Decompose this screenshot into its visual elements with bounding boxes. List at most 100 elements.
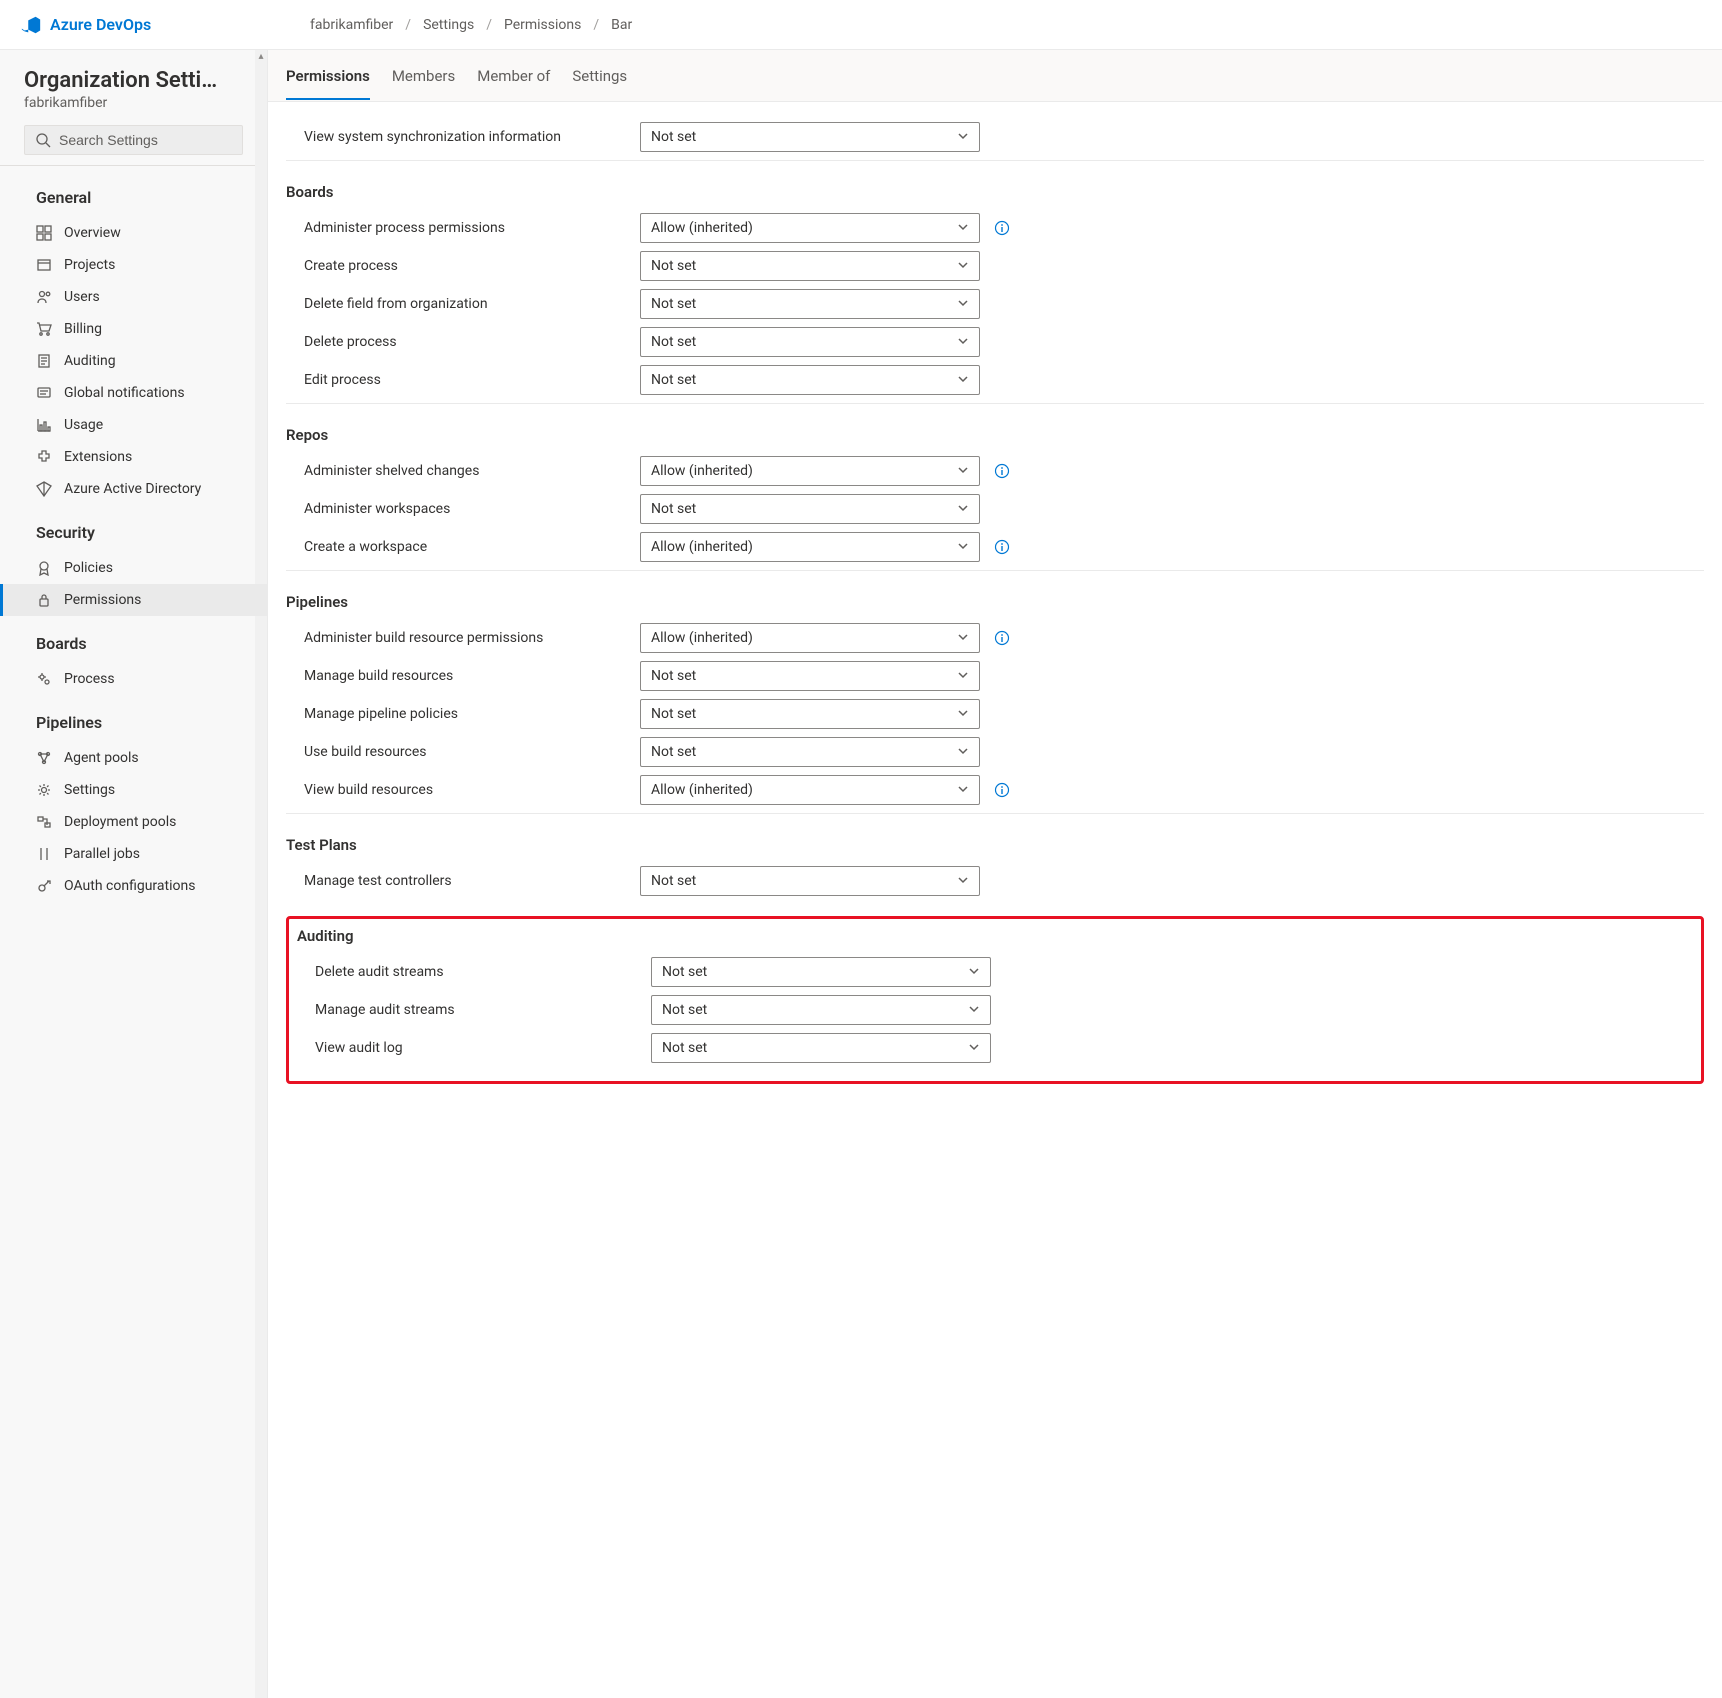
permission-dropdown[interactable]: Not set <box>640 699 980 729</box>
info-icon[interactable] <box>994 539 1010 555</box>
search-input[interactable] <box>59 132 240 148</box>
sidebar-item-label: Auditing <box>64 353 116 369</box>
oauth-icon <box>36 878 52 894</box>
sidebar-item-label: OAuth configurations <box>64 878 195 894</box>
permission-dropdown[interactable]: Allow (inherited) <box>640 532 980 562</box>
permission-dropdown[interactable]: Not set <box>640 122 980 152</box>
search-settings[interactable] <box>24 125 243 155</box>
sidebar-item-label: Projects <box>64 257 115 273</box>
brand-text: Azure DevOps <box>50 15 151 34</box>
sidebar-item-settings[interactable]: Settings <box>0 774 267 806</box>
info-icon[interactable] <box>994 463 1010 479</box>
permission-dropdown[interactable]: Allow (inherited) <box>640 623 980 653</box>
permission-dropdown[interactable]: Not set <box>640 365 980 395</box>
azure-devops-icon <box>20 14 42 36</box>
sidebar-item-process[interactable]: Process <box>0 663 267 695</box>
breadcrumb-item[interactable]: fabrikamfiber <box>310 17 393 33</box>
sidebar-item-azure-active-directory[interactable]: Azure Active Directory <box>0 473 267 505</box>
info-icon[interactable] <box>994 630 1010 646</box>
sidebar-item-deployment-pools[interactable]: Deployment pools <box>0 806 267 838</box>
chevron-down-icon <box>957 464 969 479</box>
sidebar-item-agent-pools[interactable]: Agent pools <box>0 742 267 774</box>
sidebar-item-usage[interactable]: Usage <box>0 409 267 441</box>
permission-dropdown[interactable]: Not set <box>640 327 980 357</box>
breadcrumb-item[interactable]: Bar <box>611 17 632 33</box>
info-icon[interactable] <box>994 782 1010 798</box>
permission-dropdown[interactable]: Not set <box>640 251 980 281</box>
permission-row: View build resources Allow (inherited) <box>286 771 1704 809</box>
sidebar-item-label: Global notifications <box>64 385 185 401</box>
agents-icon <box>36 750 52 766</box>
sidebar-item-projects[interactable]: Projects <box>0 249 267 281</box>
chevron-down-icon <box>957 297 969 312</box>
scroll-up-icon[interactable]: ▴ <box>255 50 267 64</box>
permission-dropdown[interactable]: Allow (inherited) <box>640 213 980 243</box>
permission-row: Delete field from organization Not set <box>286 285 1704 323</box>
sidebar-item-permissions[interactable]: Permissions <box>0 584 267 616</box>
permission-label: Delete process <box>286 334 626 350</box>
sidebar-item-extensions[interactable]: Extensions <box>0 441 267 473</box>
sidebar-item-label: Overview <box>64 225 121 241</box>
permission-dropdown[interactable]: Not set <box>640 494 980 524</box>
brand[interactable]: Azure DevOps <box>20 14 310 36</box>
permission-label: Use build resources <box>286 744 626 760</box>
sidebar-item-billing[interactable]: Billing <box>0 313 267 345</box>
permission-dropdown[interactable]: Not set <box>640 289 980 319</box>
permission-dropdown[interactable]: Not set <box>651 957 991 987</box>
permission-dropdown[interactable]: Not set <box>651 1033 991 1063</box>
chevron-down-icon <box>957 221 969 236</box>
permission-label: View build resources <box>286 782 626 798</box>
breadcrumb-item[interactable]: Permissions <box>504 17 581 33</box>
tab-member-of[interactable]: Member of <box>477 53 550 99</box>
gears-icon <box>36 671 52 687</box>
breadcrumb-item[interactable]: Settings <box>423 17 474 33</box>
tab-permissions[interactable]: Permissions <box>286 53 370 99</box>
permission-dropdown[interactable]: Not set <box>640 737 980 767</box>
sidebar-item-label: Users <box>64 289 100 305</box>
permission-row: View system synchronization informationN… <box>286 118 1704 156</box>
sidebar-group-title: Pipelines <box>0 695 267 742</box>
tab-settings[interactable]: Settings <box>572 53 627 99</box>
sidebar-item-policies[interactable]: Policies <box>0 552 267 584</box>
chevron-down-icon <box>957 874 969 889</box>
permission-dropdown[interactable]: Allow (inherited) <box>640 775 980 805</box>
sidebar-item-parallel-jobs[interactable]: Parallel jobs <box>0 838 267 870</box>
permission-value: Allow (inherited) <box>651 782 753 798</box>
lock-icon <box>36 592 52 608</box>
permission-row: Edit processNot set <box>286 361 1704 399</box>
sidebar-item-users[interactable]: Users <box>0 281 267 313</box>
permission-label: Delete field from organization <box>286 296 626 312</box>
sidebar-item-global-notifications[interactable]: Global notifications <box>0 377 267 409</box>
permission-dropdown[interactable]: Not set <box>651 995 991 1025</box>
users-icon <box>36 289 52 305</box>
sidebar-item-auditing[interactable]: Auditing <box>0 345 267 377</box>
permission-value: Not set <box>651 334 696 350</box>
chevron-down-icon <box>968 965 980 980</box>
tab-members[interactable]: Members <box>392 53 455 99</box>
breadcrumb-separator: / <box>486 17 492 33</box>
chart-icon <box>36 417 52 433</box>
breadcrumb-separator: / <box>593 17 599 33</box>
permission-dropdown[interactable]: Not set <box>640 866 980 896</box>
chevron-down-icon <box>957 707 969 722</box>
permission-value: Not set <box>651 873 696 889</box>
chevron-down-icon <box>957 631 969 646</box>
chevron-down-icon <box>957 130 969 145</box>
permission-row: Administer build resource permissionsAll… <box>286 619 1704 657</box>
permission-group-title: Boards <box>286 177 1704 209</box>
chevron-down-icon <box>957 669 969 684</box>
info-icon[interactable] <box>994 220 1010 236</box>
sidebar-item-overview[interactable]: Overview <box>0 217 267 249</box>
projects-icon <box>36 257 52 273</box>
ext-icon <box>36 449 52 465</box>
bell-icon <box>36 385 52 401</box>
permission-dropdown[interactable]: Allow (inherited) <box>640 456 980 486</box>
permission-row: Use build resources Not set <box>286 733 1704 771</box>
sidebar-item-oauth-configurations[interactable]: OAuth configurations <box>0 870 267 902</box>
permission-label: Administer shelved changes <box>286 463 626 479</box>
permission-label: Create process <box>286 258 626 274</box>
permission-value: Not set <box>651 501 696 517</box>
permission-dropdown[interactable]: Not set <box>640 661 980 691</box>
sidebar-item-label: Billing <box>64 321 102 337</box>
scrollbar[interactable]: ▴ <box>255 50 267 1698</box>
